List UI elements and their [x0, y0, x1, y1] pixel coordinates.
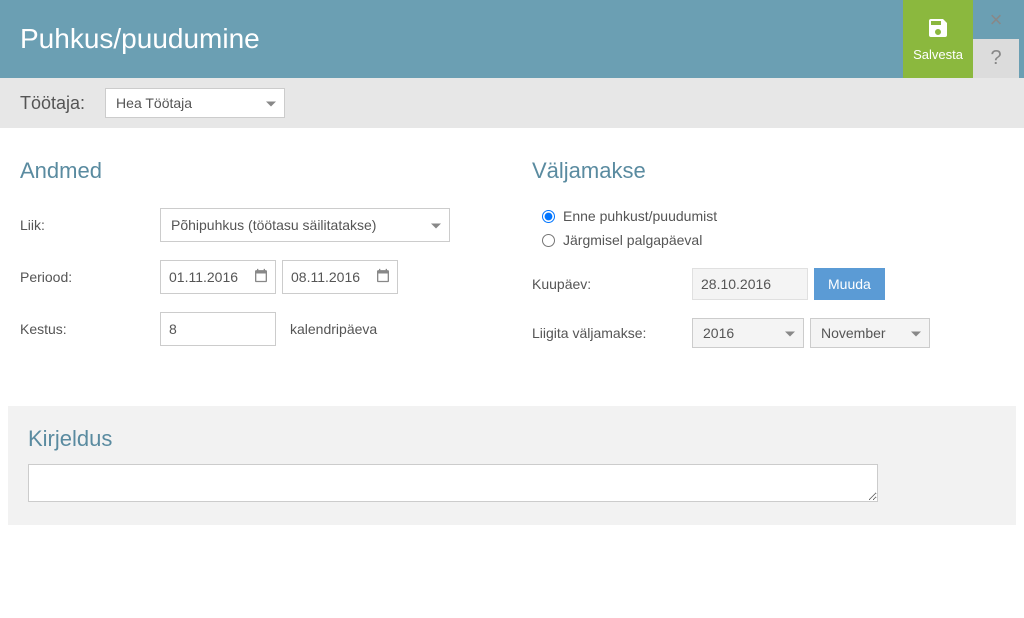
radio-before-input[interactable] [542, 210, 555, 223]
periood-row: Periood: 01.11.2016 08.11.2016 [20, 260, 492, 294]
kirjeldus-section: Kirjeldus [8, 406, 1016, 525]
chevron-down-icon [911, 332, 921, 337]
chevron-down-icon [431, 224, 441, 229]
liik-value: Põhipuhkus (töötasu säilitatakse) [171, 217, 376, 233]
liigita-label: Liigita väljamakse: [532, 325, 692, 341]
close-icon: × [990, 7, 1003, 33]
valjamakse-section: Väljamakse Enne puhkust/puudumist Järgmi… [532, 158, 1004, 366]
save-button[interactable]: Salvesta [903, 0, 973, 78]
employee-selected: Hea Töötaja [116, 95, 192, 111]
liik-row: Liik: Põhipuhkus (töötasu säilitatakse) [20, 208, 492, 242]
page-header: Puhkus/puudumine Salvesta × ? [0, 0, 1024, 78]
andmed-title: Andmed [20, 158, 492, 184]
periood-label: Periood: [20, 269, 160, 285]
periood-end-input[interactable]: 08.11.2016 [282, 260, 398, 294]
help-button[interactable]: ? [973, 39, 1019, 78]
year-select[interactable]: 2016 [692, 318, 804, 348]
year-value: 2016 [703, 325, 734, 341]
periood-start-input[interactable]: 01.11.2016 [160, 260, 276, 294]
radio-before-label: Enne puhkust/puudumist [563, 208, 717, 224]
calendar-icon [375, 268, 391, 287]
main-content: Andmed Liik: Põhipuhkus (töötasu säilita… [0, 128, 1024, 386]
header-side: × ? [973, 0, 1019, 78]
valjamakse-title: Väljamakse [532, 158, 1004, 184]
kuupaev-value: 28.10.2016 [692, 268, 808, 300]
employee-select[interactable]: Hea Töötaja [105, 88, 285, 118]
periood-start-value: 01.11.2016 [169, 269, 238, 285]
kestus-unit: kalendripäeva [290, 321, 377, 337]
help-icon: ? [990, 47, 1001, 70]
chevron-down-icon [785, 332, 795, 337]
valjamakse-radiogroup: Enne puhkust/puudumist Järgmisel palgapä… [542, 208, 1004, 248]
page-title: Puhkus/puudumine [0, 0, 903, 78]
kirjeldus-textarea[interactable] [28, 464, 878, 502]
liigita-row: Liigita väljamakse: 2016 November [532, 318, 1004, 348]
radio-next[interactable]: Järgmisel palgapäeval [542, 232, 1004, 248]
andmed-section: Andmed Liik: Põhipuhkus (töötasu säilita… [20, 158, 492, 366]
kuupaev-label: Kuupäev: [532, 276, 692, 292]
radio-next-input[interactable] [542, 234, 555, 247]
kestus-input[interactable] [160, 312, 276, 346]
header-actions: Salvesta × ? [903, 0, 1024, 78]
kuupaev-row: Kuupäev: 28.10.2016 Muuda [532, 268, 1004, 300]
kestus-label: Kestus: [20, 321, 160, 337]
month-select[interactable]: November [810, 318, 930, 348]
muuda-button[interactable]: Muuda [814, 268, 885, 300]
radio-before[interactable]: Enne puhkust/puudumist [542, 208, 1004, 224]
kestus-row: Kestus: kalendripäeva [20, 312, 492, 346]
save-label: Salvesta [913, 47, 963, 62]
calendar-icon [253, 268, 269, 287]
employee-bar: Töötaja: Hea Töötaja [0, 78, 1024, 128]
month-value: November [821, 325, 886, 341]
save-icon [926, 16, 950, 43]
radio-next-label: Järgmisel palgapäeval [563, 232, 702, 248]
chevron-down-icon [266, 102, 276, 107]
close-button[interactable]: × [973, 0, 1019, 39]
employee-label: Töötaja: [20, 93, 85, 114]
liik-label: Liik: [20, 217, 160, 233]
periood-end-value: 08.11.2016 [291, 269, 360, 285]
kirjeldus-title: Kirjeldus [28, 426, 996, 452]
liik-select[interactable]: Põhipuhkus (töötasu säilitatakse) [160, 208, 450, 242]
